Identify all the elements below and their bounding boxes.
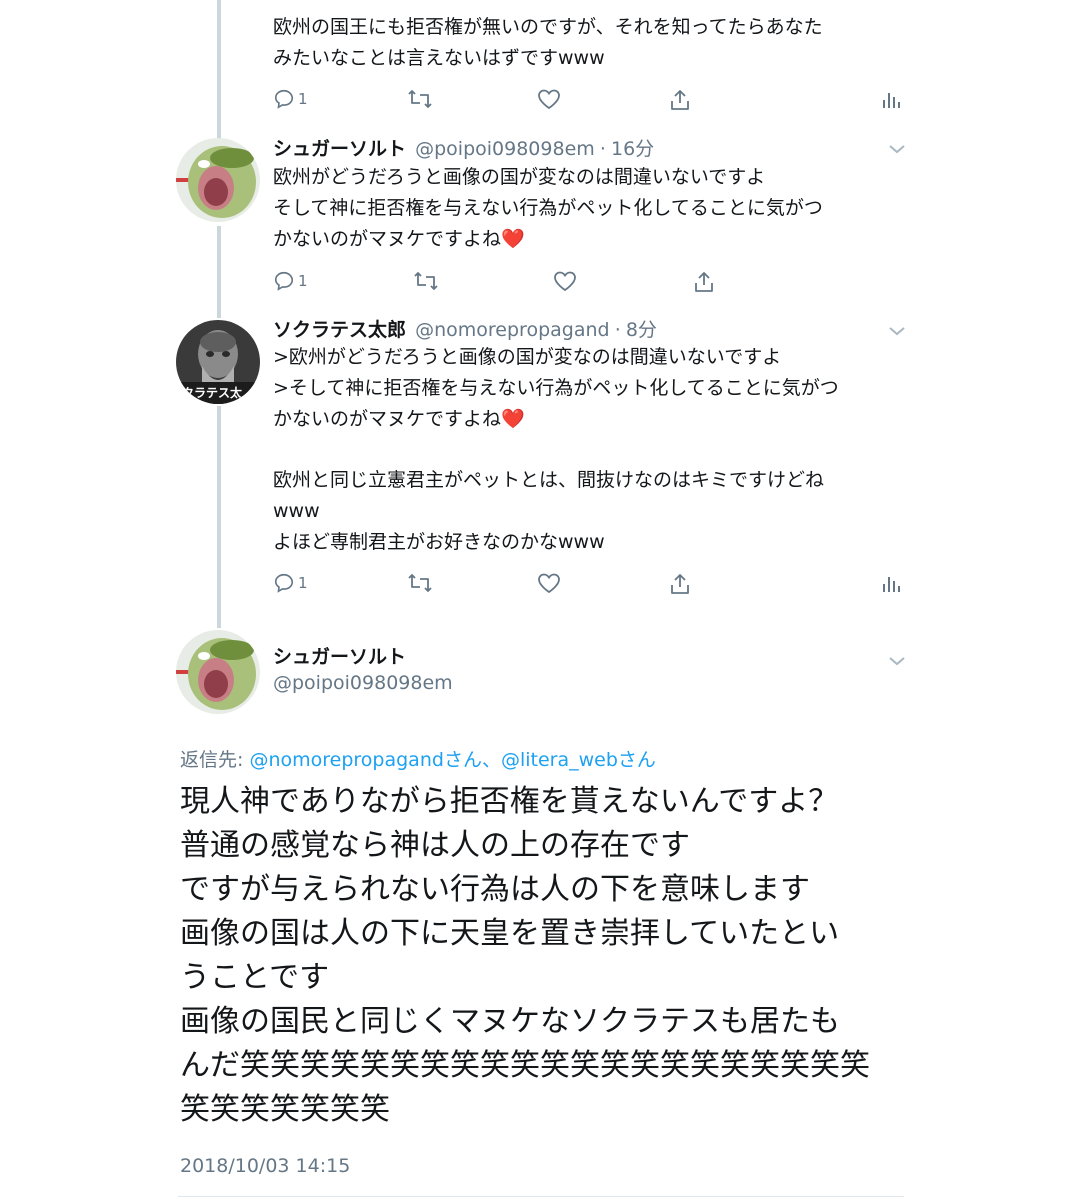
analytics-button[interactable] xyxy=(881,88,901,110)
chevron-down-icon xyxy=(888,652,906,671)
tweet2-display-name[interactable]: シュガーソルト xyxy=(273,138,406,160)
like-icon xyxy=(537,88,561,110)
like-button[interactable] xyxy=(553,270,577,292)
divider xyxy=(178,1196,904,1197)
reply-to-suffix: さん、 xyxy=(443,749,501,771)
share-button[interactable] xyxy=(669,88,691,112)
analytics-icon xyxy=(881,572,901,594)
reply-button[interactable]: 1 xyxy=(273,572,308,594)
analytics-icon xyxy=(881,88,901,110)
reply-icon xyxy=(273,572,295,594)
reply-to-suffix: さん xyxy=(617,749,656,771)
reply-icon xyxy=(273,270,295,292)
reply-to-user-link[interactable]: @nomorepropagand xyxy=(249,749,443,771)
tweet2-menu-button[interactable] xyxy=(888,140,906,159)
main-tweet-display-name[interactable]: シュガーソルト xyxy=(273,642,406,669)
tweet2-actions: 1 xyxy=(273,270,913,300)
reply-to-line: 返信先: @nomorepropagandさん、@litera_webさん xyxy=(180,745,656,772)
like-button[interactable] xyxy=(537,572,561,594)
tweet3-avatar[interactable]: クラテス太 xyxy=(176,320,260,404)
tweet2-header: シュガーソルト @poipoi098098em · 16分 xyxy=(273,134,893,162)
chevron-down-icon xyxy=(888,140,906,159)
thread-line-middle xyxy=(217,226,221,318)
main-tweet-timestamp: 2018/10/03 14:15 xyxy=(180,1155,351,1177)
like-icon xyxy=(553,270,577,292)
reply-to-user-link[interactable]: @litera_web xyxy=(501,749,618,771)
thread-line-top xyxy=(217,0,221,140)
tweet3-display-name[interactable]: ソクラテス太郎 xyxy=(273,319,406,341)
main-tweet-menu-button[interactable] xyxy=(888,652,906,671)
main-tweet-handle[interactable]: @poipoi098098em xyxy=(273,672,453,694)
retweet-button[interactable] xyxy=(407,572,433,594)
heart-emoji: ❤️ xyxy=(501,408,525,430)
reply-button[interactable]: 1 xyxy=(273,88,308,110)
tweet2-handle[interactable]: @poipoi098098em xyxy=(415,138,595,160)
share-icon xyxy=(669,88,691,112)
tweet3-actions: 1 xyxy=(273,572,913,602)
tweet3-quote-text: >欧州がどうだろうと画像の国が変なのは間違いないですよ >そして神に拒否権を与え… xyxy=(273,346,839,430)
share-icon xyxy=(693,270,715,294)
tweet2-text: 欧州がどうだろうと画像の国が変なのは間違いないですよ そして神に拒否権を与えない… xyxy=(273,166,823,250)
retweet-button[interactable] xyxy=(407,88,433,110)
reply-count: 1 xyxy=(298,272,308,290)
retweet-icon xyxy=(407,88,433,110)
share-icon xyxy=(669,572,691,596)
reply-icon xyxy=(273,88,295,110)
main-tweet-text: 現人神でありながら拒否権を貰えないんですよ？ 普通の感覚なら神は人の上の存在です… xyxy=(180,784,870,1127)
retweet-icon xyxy=(413,270,439,292)
share-button[interactable] xyxy=(669,572,691,596)
tweet2-time[interactable]: 16分 xyxy=(611,138,654,160)
heart-emoji: ❤️ xyxy=(501,228,525,250)
reply-to-prefix: 返信先: xyxy=(180,749,250,771)
chevron-down-icon xyxy=(888,322,906,341)
tweet2-avatar[interactable] xyxy=(176,138,260,222)
reply-count: 1 xyxy=(298,90,308,108)
retweet-icon xyxy=(407,572,433,594)
tweet3-header: ソクラテス太郎 @nomorepropagand · 8分 xyxy=(273,315,893,343)
main-tweet-avatar[interactable] xyxy=(176,630,260,714)
avatar-caption: クラテス太 xyxy=(182,386,243,400)
reply-button[interactable]: 1 xyxy=(273,270,308,292)
tweet3-menu-button[interactable] xyxy=(888,322,906,341)
reply-count: 1 xyxy=(298,574,308,592)
tweet3-text: 欧州と同じ立憲君主がペットとは、間抜けなのはキミですけどね www よほど専制君… xyxy=(273,469,825,553)
like-button[interactable] xyxy=(537,88,561,110)
like-icon xyxy=(537,572,561,594)
tweet2-text-block: 欧州がどうだろうと画像の国が変なのは間違いないですよ そして神に拒否権を与えない… xyxy=(273,162,913,255)
tweet1-text: 欧州の国王にも拒否権が無いのですが、それを知ってたらあなた みたいなことは言えな… xyxy=(273,16,823,69)
tweet2-separator: · xyxy=(599,138,606,160)
analytics-button[interactable] xyxy=(881,572,901,594)
tweet3-separator: · xyxy=(614,319,621,341)
share-button[interactable] xyxy=(693,270,715,294)
tweet3-quote-block: >欧州がどうだろうと画像の国が変なのは間違いないですよ >そして神に拒否権を与え… xyxy=(273,342,913,435)
tweet3-time[interactable]: 8分 xyxy=(626,319,657,341)
tweet1-actions: 1 xyxy=(273,88,913,118)
thread-line-bottom xyxy=(217,406,221,628)
retweet-button[interactable] xyxy=(413,270,439,292)
tweet3-handle[interactable]: @nomorepropagand xyxy=(415,319,609,341)
